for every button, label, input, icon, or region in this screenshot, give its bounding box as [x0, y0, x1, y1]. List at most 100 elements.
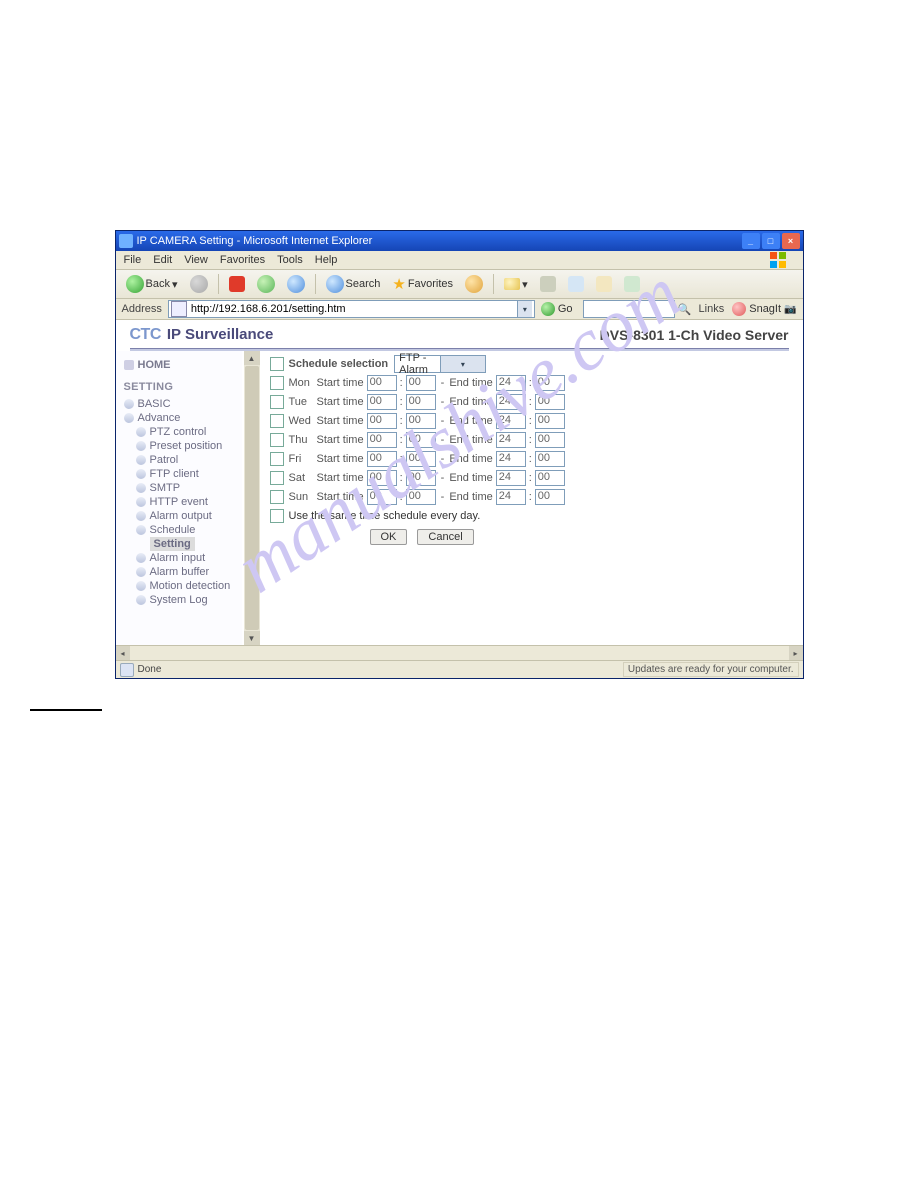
- sidebar-item-preset[interactable]: Preset position: [136, 439, 242, 453]
- sidebar-advance[interactable]: Advance: [124, 411, 242, 425]
- back-button[interactable]: Back▾: [122, 273, 182, 295]
- day-checkbox-tue[interactable]: [270, 395, 284, 409]
- address-dropdown[interactable]: ▾: [517, 301, 532, 317]
- start-min-input[interactable]: 00: [406, 394, 436, 410]
- back-icon: [126, 275, 144, 293]
- sidebar-scrollbar[interactable]: ▲ ▼: [244, 351, 260, 645]
- end-min-input[interactable]: 00: [535, 375, 565, 391]
- start-min-input[interactable]: 00: [406, 470, 436, 486]
- stop-button[interactable]: [225, 273, 249, 295]
- sidebar-item-ptz[interactable]: PTZ control: [136, 425, 242, 439]
- sidebar-selected-setting[interactable]: Setting: [150, 537, 195, 551]
- end-hour-input[interactable]: 24: [496, 451, 526, 467]
- go-button[interactable]: Go: [541, 302, 573, 316]
- start-min-input[interactable]: 00: [406, 413, 436, 429]
- end-min-input[interactable]: 00: [535, 470, 565, 486]
- menu-view[interactable]: View: [184, 254, 208, 266]
- start-min-input[interactable]: 00: [406, 489, 436, 505]
- sidebar-basic[interactable]: BASIC: [124, 397, 242, 411]
- start-hour-input[interactable]: 00: [367, 451, 397, 467]
- sidebar-item-http[interactable]: HTTP event: [136, 495, 242, 509]
- start-min-input[interactable]: 00: [406, 375, 436, 391]
- start-hour-input[interactable]: 00: [367, 489, 397, 505]
- day-label: Sun: [289, 491, 317, 503]
- menu-tools[interactable]: Tools: [277, 254, 303, 266]
- day-label: Fri: [289, 453, 317, 465]
- print-button[interactable]: [536, 273, 560, 295]
- forward-button[interactable]: [186, 273, 212, 295]
- start-hour-input[interactable]: 00: [367, 432, 397, 448]
- close-button[interactable]: ×: [782, 233, 800, 249]
- day-checkbox-fri[interactable]: [270, 452, 284, 466]
- end-hour-input[interactable]: 24: [496, 432, 526, 448]
- address-input[interactable]: [189, 302, 517, 316]
- chevron-down-icon: ▾: [440, 356, 486, 372]
- hscroll-left[interactable]: ◂: [116, 646, 130, 660]
- sidebar-item-smtp[interactable]: SMTP: [136, 481, 242, 495]
- schedule-enable-checkbox[interactable]: [270, 357, 284, 371]
- end-min-input[interactable]: 00: [535, 489, 565, 505]
- discuss-icon: [596, 276, 612, 292]
- end-hour-input[interactable]: 24: [496, 375, 526, 391]
- discuss-button[interactable]: [592, 273, 616, 295]
- start-min-input[interactable]: 00: [406, 432, 436, 448]
- ok-button[interactable]: OK: [370, 529, 408, 545]
- refresh-button[interactable]: [253, 273, 279, 295]
- start-hour-input[interactable]: 00: [367, 394, 397, 410]
- end-hour-input[interactable]: 24: [496, 489, 526, 505]
- menu-favorites[interactable]: Favorites: [220, 254, 265, 266]
- end-hour-input[interactable]: 24: [496, 470, 526, 486]
- sidebar-item-alarm-in[interactable]: Alarm input: [136, 551, 242, 565]
- toolbar-search-go[interactable]: 🔍: [677, 301, 693, 317]
- maximize-button[interactable]: □: [762, 233, 780, 249]
- cancel-button[interactable]: Cancel: [417, 529, 473, 545]
- day-checkbox-mon[interactable]: [270, 376, 284, 390]
- toolbar-search-box[interactable]: [583, 300, 675, 318]
- start-time-label: Start time: [317, 453, 364, 465]
- home-button[interactable]: [283, 273, 309, 295]
- schedule-panel: Schedule selection FTP - Alarm▾ MonStart…: [260, 351, 803, 645]
- end-min-input[interactable]: 00: [535, 394, 565, 410]
- menu-file[interactable]: File: [124, 254, 142, 266]
- edit-button[interactable]: [564, 273, 588, 295]
- end-min-input[interactable]: 00: [535, 413, 565, 429]
- minimize-button[interactable]: _: [742, 233, 760, 249]
- sidebar-item-alarm-buf[interactable]: Alarm buffer: [136, 565, 242, 579]
- messenger-button[interactable]: [620, 273, 644, 295]
- status-updates[interactable]: Updates are ready for your computer.: [623, 662, 799, 677]
- scroll-down-icon[interactable]: ▼: [244, 631, 260, 645]
- sidebar-item-alarm-out[interactable]: Alarm output: [136, 509, 242, 523]
- end-hour-input[interactable]: 24: [496, 413, 526, 429]
- links-label[interactable]: Links: [699, 303, 725, 315]
- day-checkbox-wed[interactable]: [270, 414, 284, 428]
- start-min-input[interactable]: 00: [406, 451, 436, 467]
- history-button[interactable]: [461, 273, 487, 295]
- menu-edit[interactable]: Edit: [153, 254, 172, 266]
- day-checkbox-sat[interactable]: [270, 471, 284, 485]
- sidebar-item-syslog[interactable]: System Log: [136, 593, 242, 607]
- sidebar-item-patrol[interactable]: Patrol: [136, 453, 242, 467]
- day-checkbox-sun[interactable]: [270, 490, 284, 504]
- search-button[interactable]: Search: [322, 273, 385, 295]
- end-hour-input[interactable]: 24: [496, 394, 526, 410]
- day-checkbox-thu[interactable]: [270, 433, 284, 447]
- end-min-input[interactable]: 00: [535, 432, 565, 448]
- end-time-label: End time: [449, 415, 492, 427]
- start-hour-input[interactable]: 00: [367, 470, 397, 486]
- mail-button[interactable]: ▾: [500, 273, 532, 295]
- same-schedule-checkbox[interactable]: [270, 509, 284, 523]
- scroll-thumb[interactable]: [245, 366, 259, 630]
- schedule-dropdown[interactable]: FTP - Alarm▾: [394, 355, 486, 373]
- snagit-button[interactable]: SnagIt 📷: [732, 302, 796, 316]
- hscroll-right[interactable]: ▸: [789, 646, 803, 660]
- start-hour-input[interactable]: 00: [367, 375, 397, 391]
- favorites-button[interactable]: ★Favorites: [388, 273, 457, 295]
- sidebar-home[interactable]: HOME: [124, 359, 242, 371]
- start-hour-input[interactable]: 00: [367, 413, 397, 429]
- sidebar-item-ftp[interactable]: FTP client: [136, 467, 242, 481]
- end-min-input[interactable]: 00: [535, 451, 565, 467]
- menu-help[interactable]: Help: [315, 254, 338, 266]
- sidebar-item-motion[interactable]: Motion detection: [136, 579, 242, 593]
- sidebar-item-schedule[interactable]: Schedule: [136, 523, 242, 537]
- scroll-up-icon[interactable]: ▲: [244, 351, 260, 365]
